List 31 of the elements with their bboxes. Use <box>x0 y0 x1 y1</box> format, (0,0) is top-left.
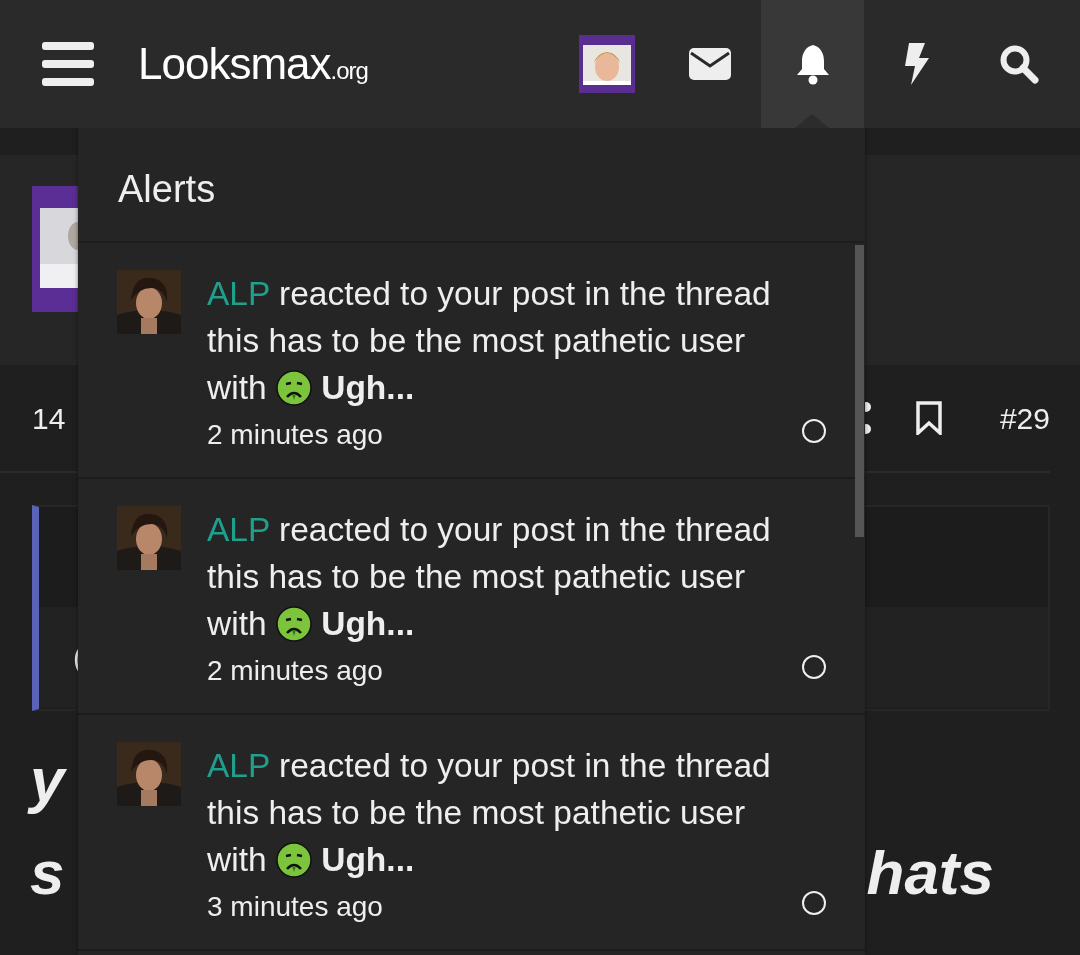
nauseated-face-icon <box>275 842 312 878</box>
bell-icon <box>794 43 831 85</box>
mark-read-toggle[interactable] <box>802 419 826 443</box>
alert-time: 3 minutes ago <box>207 890 384 924</box>
alerts-button[interactable] <box>761 0 864 128</box>
user-link[interactable]: ALP <box>207 275 270 312</box>
post-date: 14 <box>32 400 66 437</box>
user-link[interactable]: ALP <box>207 511 270 548</box>
mark-read-toggle[interactable] <box>802 891 826 915</box>
post-number-link[interactable]: #29 <box>999 395 1050 441</box>
user-link[interactable]: ALP <box>207 747 270 784</box>
envelope-icon <box>688 48 731 80</box>
alert-message: ALP reacted to your post in the thread this has to be the most pathetic user with Ugh... <box>207 510 772 644</box>
alert-time: 2 minutes ago <box>207 418 384 452</box>
site-logo[interactable]: Looksmax.org <box>138 31 368 97</box>
bookmark-button[interactable] <box>915 401 942 435</box>
search-icon <box>998 44 1039 84</box>
post-title-text: s <box>30 837 65 909</box>
alert-message: ALP reacted to your post in the thread this has to be the most pathetic user with Ugh... <box>207 746 772 880</box>
scrollbar[interactable] <box>855 245 864 537</box>
menu-button[interactable] <box>42 42 94 86</box>
alert-message: ALP reacted to your post in the thread this has to be the most pathetic user with Ugh... <box>207 274 772 408</box>
nauseated-face-icon <box>275 606 312 642</box>
post-title-text: hats <box>866 837 994 909</box>
nauseated-face-icon <box>275 370 312 406</box>
menu-title: Alerts <box>118 168 216 210</box>
lightning-icon <box>902 43 929 85</box>
alert-time: 2 minutes ago <box>207 654 384 688</box>
mark-read-toggle[interactable] <box>802 655 826 679</box>
bookmark-icon <box>915 401 942 435</box>
menu-icon <box>42 42 94 86</box>
